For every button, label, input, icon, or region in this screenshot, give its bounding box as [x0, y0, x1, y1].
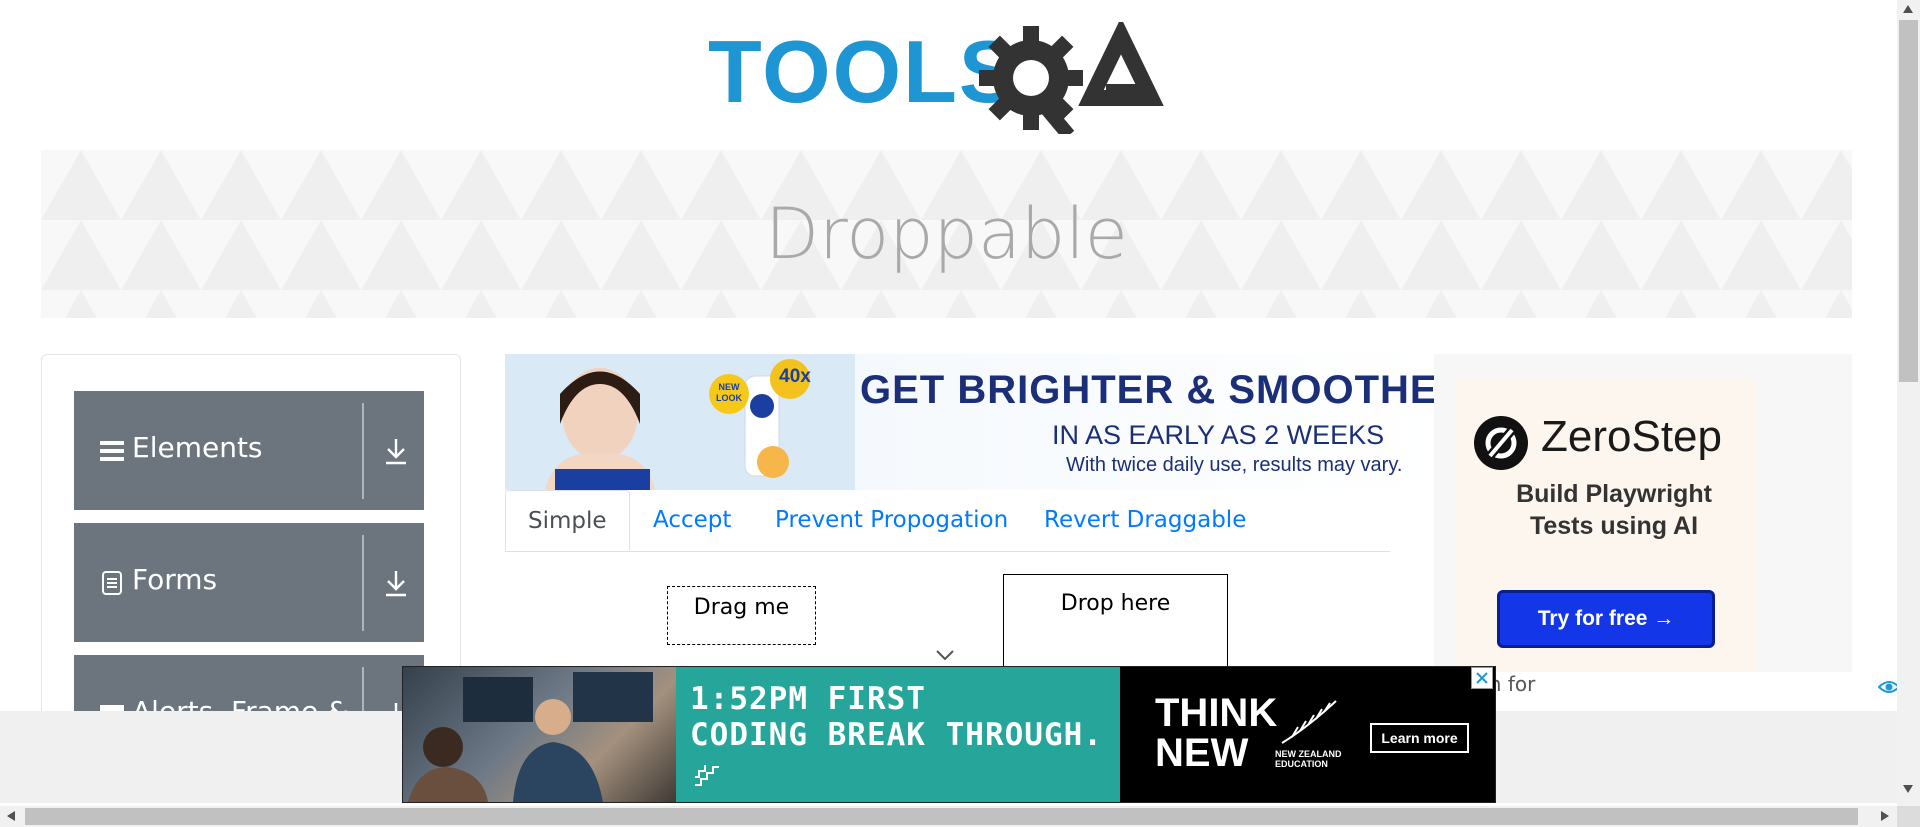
scroll-left-arrow-icon[interactable]	[6, 810, 16, 822]
toolsqa-logo[interactable]: TOOLS	[706, 17, 1194, 140]
chevron-down-icon[interactable]	[935, 648, 955, 662]
sidebar-group-forms[interactable]: Forms	[74, 523, 424, 642]
ad-brand: ZeroStep	[1541, 412, 1722, 461]
horizontal-scrollbar-thumb[interactable]	[25, 808, 1858, 825]
ad-office-photo	[403, 667, 676, 802]
ad-message: 1:52PM FIRST CODING BREAK THROUGH.	[690, 681, 1103, 753]
sidebar-group-label: Forms	[132, 563, 218, 596]
ad-tagline: Build Playwright Tests using AI	[1516, 480, 1712, 540]
ad-dark-panel: THINK NEW NEW ZEALAND EDUCATION Learn mo…	[1120, 667, 1495, 802]
tab-accept[interactable]: Accept	[653, 490, 731, 550]
hamburger-icon	[100, 441, 124, 461]
divider	[362, 403, 364, 499]
ad-badge-vitamin: 40x	[779, 366, 811, 387]
drop-target[interactable]: Drop here	[1003, 574, 1228, 674]
scroll-right-arrow-icon[interactable]	[1880, 810, 1890, 822]
draggable-box[interactable]: Drag me	[667, 586, 816, 645]
zerostep-advertisement[interactable]: ZeroStep Build Playwright Tests using AI…	[1434, 354, 1852, 699]
ad-badge-new: NEW LOOK	[709, 374, 749, 414]
tab-simple[interactable]: Simple	[505, 490, 630, 551]
stairs-icon	[695, 765, 719, 786]
ad-nz-education: NEW ZEALAND EDUCATION	[1275, 749, 1342, 769]
svg-text:TOOLS: TOOLS	[708, 22, 1020, 121]
advertisement-banner[interactable]: NEW LOOK 40x GET BRIGHTER & SMOOTHER IN …	[505, 354, 1435, 490]
ad-line-2: CODING BREAK THROUGH.	[690, 717, 1103, 753]
scroll-down-arrow-icon[interactable]	[1902, 784, 1914, 794]
ad-line-1: 1:52PM FIRST	[690, 681, 926, 717]
page-banner: Droppable	[41, 150, 1852, 318]
fern-icon	[1281, 700, 1337, 744]
scrollbar-corner	[1897, 806, 1920, 827]
ad-think-new: THINK NEW	[1155, 693, 1277, 773]
document-icon	[102, 571, 122, 595]
search-input[interactable]: rch for	[1470, 672, 1870, 702]
tab-revert-draggable[interactable]: Revert Draggable	[1044, 490, 1246, 550]
ad-think: THINK	[1155, 691, 1278, 735]
download-arrow-icon[interactable]	[382, 436, 410, 466]
learn-more-button[interactable]: Learn more	[1370, 723, 1469, 753]
sidebar: Elements Forms Alerts, Frame & Windows	[41, 354, 461, 726]
ad-headline: GET BRIGHTER & SMOOTHER	[860, 368, 1435, 412]
close-ad-icon[interactable]	[1471, 667, 1493, 689]
try-for-free-button[interactable]: Try for free →	[1497, 590, 1715, 648]
sidebar-group-label: Elements	[132, 431, 263, 464]
sidebar-group-elements[interactable]: Elements	[74, 391, 424, 510]
scroll-up-arrow-icon[interactable]	[1902, 4, 1914, 14]
tab-prevent-propogation[interactable]: Prevent Propogation	[775, 490, 1008, 550]
zerostep-logo-icon	[1474, 416, 1528, 470]
page-title: Droppable	[765, 193, 1128, 275]
ad-disclaimer: With twice daily use, results may vary.	[1066, 454, 1403, 476]
ad-new: NEW	[1155, 731, 1249, 775]
download-arrow-icon[interactable]	[382, 568, 410, 598]
bottom-advertisement[interactable]: 1:52PM FIRST CODING BREAK THROUGH. THINK…	[402, 666, 1496, 803]
droppable-tabs: Simple Accept Prevent Propogation Revert…	[505, 490, 1390, 552]
vertical-scrollbar-thumb[interactable]	[1899, 20, 1918, 382]
divider	[362, 535, 364, 631]
ad-subline: IN AS EARLY AS 2 WEEKS	[1052, 420, 1385, 450]
